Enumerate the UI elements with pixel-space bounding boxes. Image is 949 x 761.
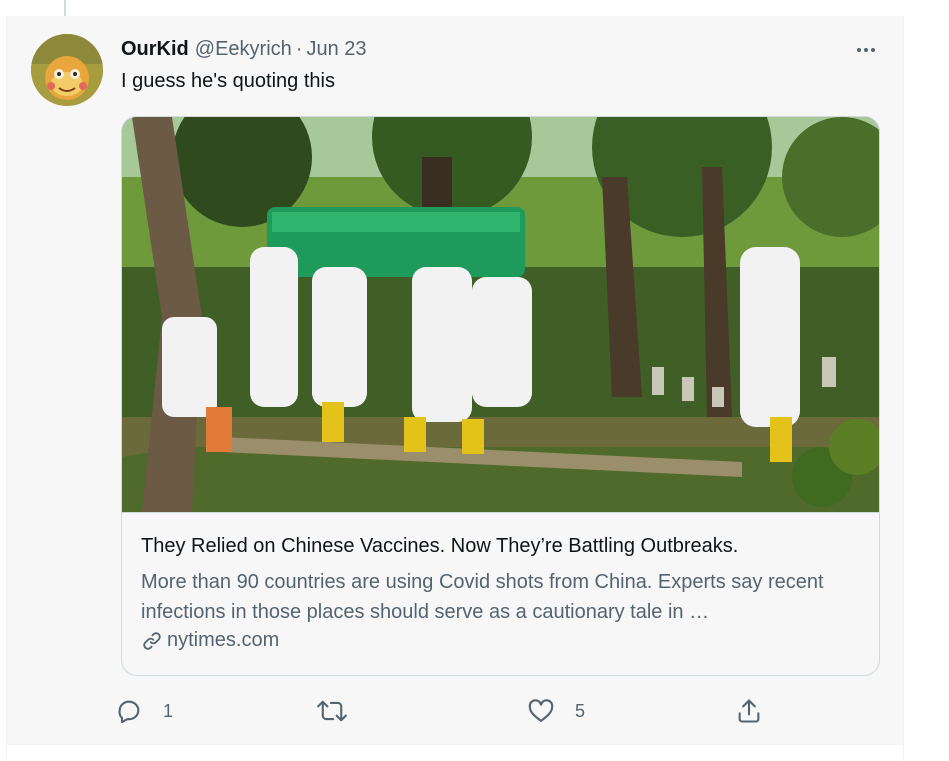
- share-button[interactable]: [735, 696, 783, 726]
- more-icon[interactable]: [849, 38, 883, 62]
- share-icon: [738, 699, 760, 723]
- card-title[interactable]: They Relied on Chinese Vaccines. Now The…: [141, 535, 738, 558]
- card-description: More than 90 countries are using Covid s…: [141, 571, 824, 623]
- reply-icon: [118, 700, 140, 724]
- reply-button[interactable]: 1: [115, 696, 173, 726]
- avatar[interactable]: [31, 34, 103, 106]
- link-card[interactable]: They Relied on Chinese Vaccines. Now The…: [121, 116, 880, 676]
- avatar-image: [31, 34, 103, 106]
- like-button[interactable]: 5: [527, 696, 585, 726]
- tweet-header: OurKid @Eekyrich · Jun 23: [121, 38, 367, 64]
- tweet-date[interactable]: Jun 23: [306, 38, 366, 61]
- like-icon: [528, 699, 554, 722]
- link-icon: [143, 631, 161, 650]
- retweet-button[interactable]: [317, 696, 367, 726]
- retweet-icon: [317, 700, 347, 722]
- like-count: 5: [575, 700, 586, 721]
- author-handle[interactable]: @Eekyrich: [195, 38, 292, 61]
- card-domain-text: nytimes.com: [167, 629, 280, 651]
- card-body: They Relied on Chinese Vaccines. Now The…: [122, 512, 879, 675]
- card-domain[interactable]: nytimes.com: [141, 629, 279, 652]
- card-image[interactable]: [122, 117, 879, 512]
- tweet[interactable]: OurKid @Eekyrich · Jun 23 I guess he's q…: [6, 16, 904, 744]
- tweet-text: I guess he's quoting this: [121, 70, 335, 92]
- photo-funeral-procession: [122, 117, 879, 512]
- top-strip: [0, 0, 949, 16]
- thread-line: [64, 0, 66, 16]
- author-name[interactable]: OurKid: [121, 38, 189, 61]
- reply-count: 1: [163, 700, 174, 721]
- page-margin: [904, 0, 949, 761]
- action-bar: 1 5: [115, 696, 775, 726]
- next-tweet-edge: [6, 744, 904, 761]
- header-separator: ·: [295, 38, 303, 60]
